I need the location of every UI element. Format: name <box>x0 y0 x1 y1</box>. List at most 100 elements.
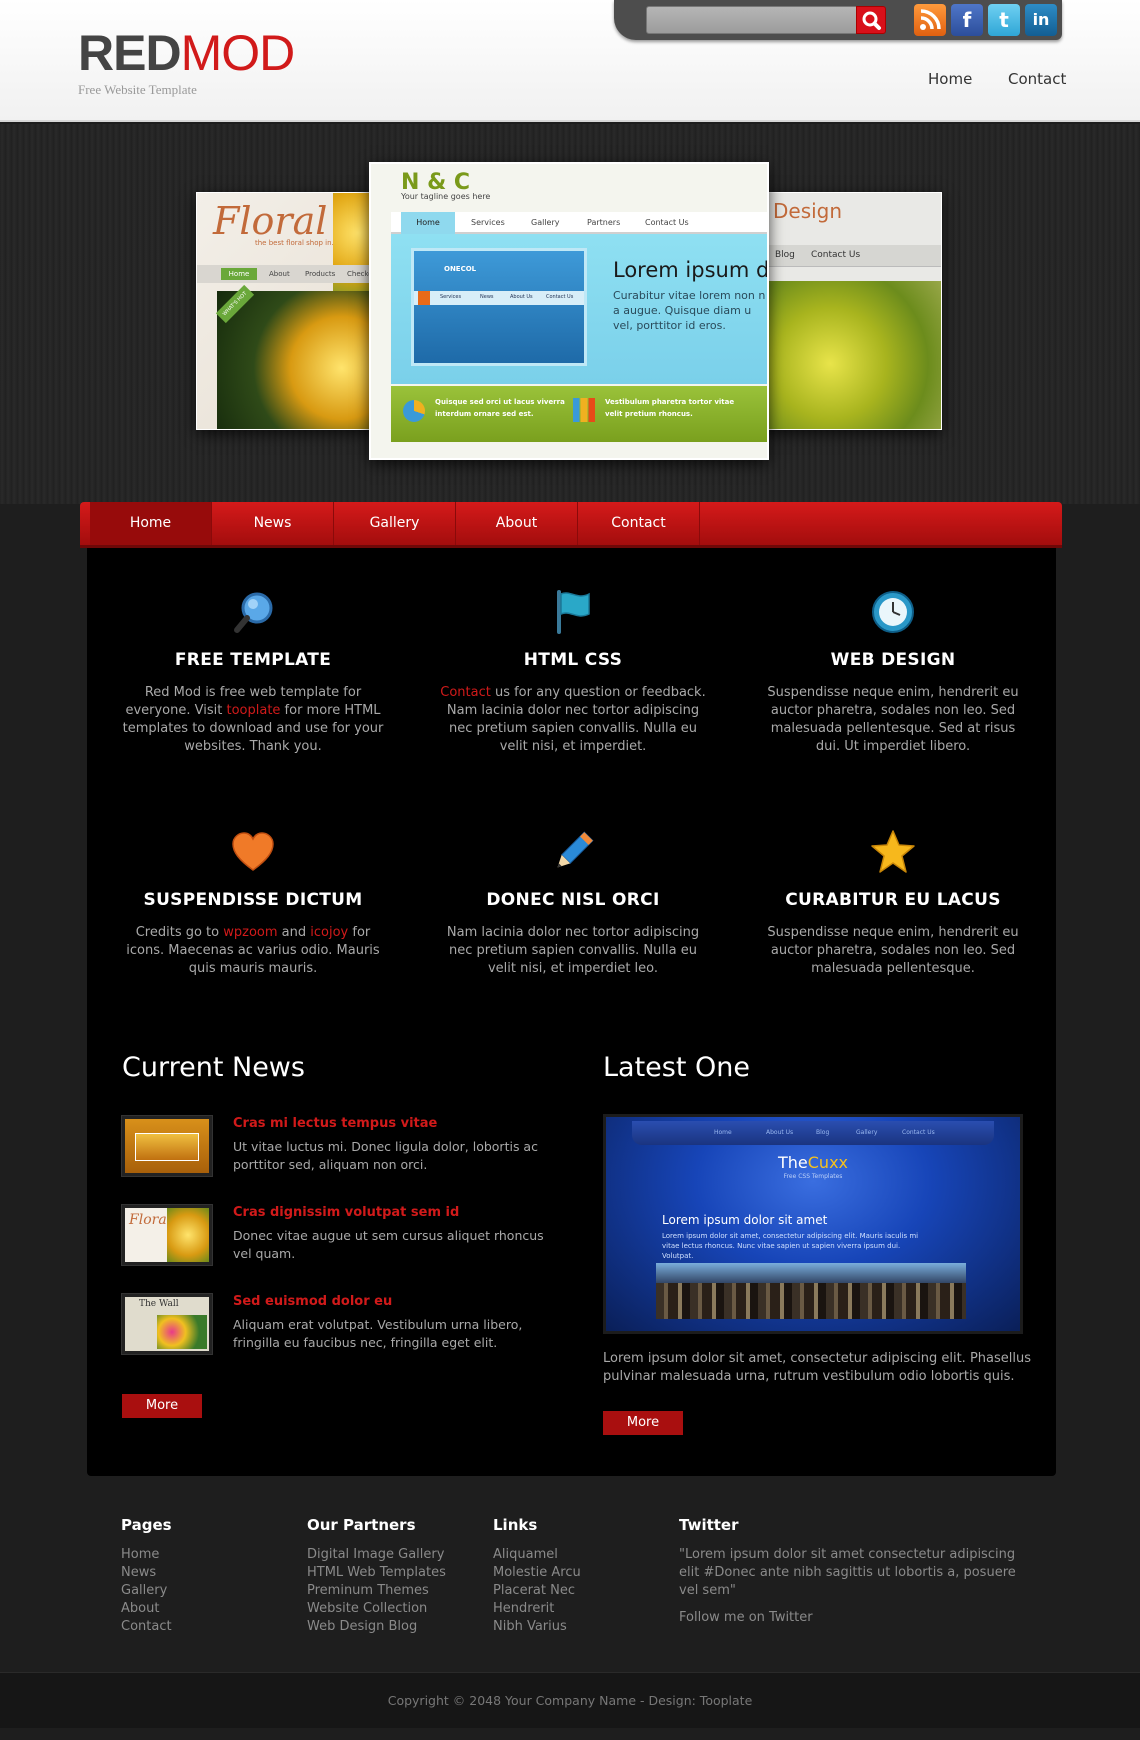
footer-partner-link[interactable]: Preminum Themes <box>307 1582 446 1600</box>
footer-partner-link[interactable]: HTML Web Templates <box>307 1564 446 1582</box>
tooplate-link[interactable]: tooplate <box>226 703 280 718</box>
footer-link-gallery[interactable]: Gallery <box>121 1582 172 1600</box>
slide-nc-nav-home: Home <box>401 212 455 234</box>
news-title-link[interactable]: Cras dignissim volutpat sem id <box>233 1205 459 1220</box>
slide-floral-brand: Floral <box>213 199 328 243</box>
footer-partner-link[interactable]: Web Design Blog <box>307 1618 446 1636</box>
nav-contact[interactable]: Contact <box>578 502 700 545</box>
magnifier-icon <box>234 592 273 633</box>
slide-floral[interactable]: Floral the best floral shop in... Home A… <box>196 192 394 430</box>
news-text: Donec vitae augue ut sem cursus aliquet … <box>233 1228 544 1261</box>
latest-image-nav-item: About Us <box>766 1129 794 1136</box>
wpzoom-link[interactable]: wpzoom <box>223 925 277 940</box>
nav-gallery[interactable]: Gallery <box>334 502 456 545</box>
feature-text-part: Credits go to <box>135 925 224 940</box>
slide-nc-hero-screenshot: ONECOL Services News About Us Contact Us <box>411 248 587 366</box>
footer-link-about[interactable]: About <box>121 1600 172 1618</box>
feature-text-part: and <box>277 925 311 940</box>
news-title-link[interactable]: Sed euismod dolor eu <box>233 1294 392 1309</box>
top-toolbar: f t in <box>614 0 1062 40</box>
latest-one-image[interactable]: Home About Us Blog Gallery Contact Us Th… <box>603 1114 1023 1334</box>
slide-floral-navbar: Home About Products Checkout <box>197 265 393 283</box>
slide-nc[interactable]: N & C Your tagline goes here Home Servic… <box>369 162 769 460</box>
site-logo[interactable]: REDMOD Free Website Template <box>78 28 295 98</box>
icojoy-link[interactable]: icojoy <box>310 925 348 940</box>
news-title-link[interactable]: Cras mi lectus tempus vitae <box>233 1116 437 1131</box>
nav-news[interactable]: News <box>212 502 334 545</box>
news-text: Aliquam erat volutpat. Vestibulum urna l… <box>233 1317 523 1350</box>
follow-twitter-link[interactable]: Follow me on Twitter <box>679 1610 1019 1625</box>
footer-external-link[interactable]: Aliquamel <box>493 1546 581 1564</box>
latest-image-nav-item: Contact Us <box>902 1129 935 1136</box>
contact-link[interactable]: Contact <box>440 685 491 700</box>
footer-twitter-title: Twitter <box>679 1516 739 1534</box>
news-text: Ut vitae luctus mi. Donec ligula dolor, … <box>233 1139 538 1172</box>
feature-title: WEB DESIGN <box>830 650 956 670</box>
footer-link-home[interactable]: Home <box>121 1546 172 1564</box>
top-nav-home[interactable]: Home <box>928 70 972 88</box>
heart-icon <box>232 832 274 871</box>
footer-pages-title: Pages <box>121 1516 172 1534</box>
latest-image-navbar: Home About Us Blog Gallery Contact Us <box>632 1121 994 1145</box>
twitter-quote: "Lorem ipsum dolor sit amet consectetur … <box>679 1547 1016 1598</box>
slide-nc-inner-brand: ONECOL <box>444 265 477 273</box>
slide-floral-tagline: the best floral shop in... <box>255 239 339 247</box>
footer-external-link[interactable]: Nibh Varius <box>493 1618 581 1636</box>
feature-donec-nisl-orci: DONEC NISL ORCI Nam lacinia dolor nec to… <box>438 828 708 978</box>
footer-link-news[interactable]: News <box>121 1564 172 1582</box>
latest-image-nav-item: Home <box>714 1129 732 1136</box>
footer-external-link[interactable]: Placerat Nec <box>493 1582 581 1600</box>
slide-nc-nav-partners: Partners <box>587 218 621 227</box>
feature-title: FREE TEMPLATE <box>174 650 332 670</box>
latest-image-text: Lorem ipsum dolor sit amet, consectetur … <box>662 1232 919 1260</box>
news-thumb[interactable]: The Wall <box>122 1294 212 1354</box>
linkedin-button[interactable]: in <box>1025 4 1057 36</box>
latest-one-text: Lorem ipsum dolor sit amet, consectetur … <box>603 1351 1031 1384</box>
feature-web-design: WEB DESIGN Suspendisse neque enim, hendr… <box>758 588 1028 756</box>
rss-button[interactable] <box>914 4 946 36</box>
slide-nc-hero: ONECOL Services News About Us Contact Us… <box>391 234 769 384</box>
linkedin-icon: in <box>1032 10 1050 29</box>
search-button[interactable] <box>856 6 886 34</box>
top-nav-contact[interactable]: Contact <box>1008 70 1066 88</box>
news-thumb-floral-text: Floral <box>129 1212 172 1228</box>
news-more-button[interactable]: More <box>122 1394 202 1418</box>
rss-icon <box>920 9 941 30</box>
news-thumb-detail <box>135 1133 199 1161</box>
feature-text: Red Mod is free web template for everyon… <box>118 684 388 756</box>
slide-design[interactable]: Design Blog Contact Us <box>754 192 942 430</box>
feature-curabitur-eu-lacus: CURABITUR EU LACUS Suspendisse neque eni… <box>758 828 1028 978</box>
facebook-button[interactable]: f <box>951 4 983 36</box>
news-thumb[interactable] <box>122 1116 212 1176</box>
footer-partner-link[interactable]: Website Collection <box>307 1600 446 1618</box>
footer-external-link[interactable]: Hendrerit <box>493 1600 581 1618</box>
footer-twitter: Twitter "Lorem ipsum dolor sit amet cons… <box>679 1516 1019 1625</box>
news-item: The Wall Sed euismod dolor eu Aliquam er… <box>122 1294 562 1374</box>
news-thumb[interactable]: Floral <box>122 1205 212 1265</box>
twitter-button[interactable]: t <box>988 4 1020 36</box>
nav-home[interactable]: Home <box>90 502 212 545</box>
pie-icon <box>403 400 425 422</box>
slide-design-brand: Design <box>773 199 843 223</box>
news-thumb-detail <box>157 1315 207 1349</box>
slide-nc-inner-nav-services: Services <box>440 294 462 300</box>
logo-text: REDMOD <box>78 28 295 78</box>
slide-design-photo <box>755 281 941 429</box>
search-input[interactable] <box>646 6 858 34</box>
bar-chart-icon <box>573 398 595 422</box>
footer-link-contact[interactable]: Contact <box>121 1618 172 1636</box>
nav-about[interactable]: About <box>456 502 578 545</box>
logo-tagline: Free Website Template <box>78 82 197 97</box>
footer-partner-link[interactable]: Digital Image Gallery <box>307 1546 446 1564</box>
news-item: Floral Cras dignissim volutpat sem id Do… <box>122 1205 562 1285</box>
latest-more-button[interactable]: More <box>603 1411 683 1435</box>
footer-partners-title: Our Partners <box>307 1516 416 1534</box>
footer-links: Links Aliquamel Molestie Arcu Placerat N… <box>493 1516 581 1636</box>
feature-text: Credits go to wpzoom and icojoy for icon… <box>118 924 388 978</box>
feature-text: Nam lacinia dolor nec tortor adipiscing … <box>446 925 700 976</box>
slide-design-nav-blog: Blog <box>775 250 795 260</box>
footer-external-link[interactable]: Molestie Arcu <box>493 1564 581 1582</box>
latest-image-brand-sub: Free CSS Templates <box>783 1173 843 1180</box>
slide-nc-heading: Lorem ipsum do <box>613 258 769 282</box>
news-thumb-wall-text: The Wall <box>139 1299 179 1309</box>
